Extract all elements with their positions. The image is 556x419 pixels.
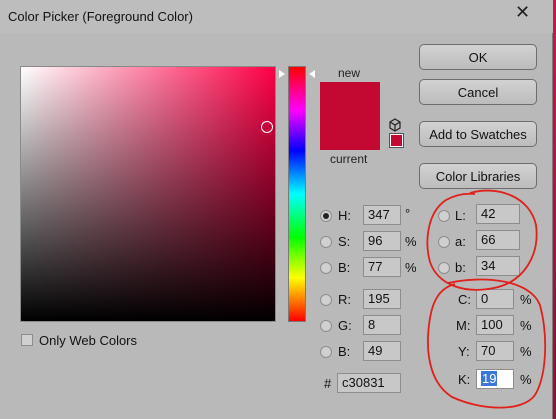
black-input[interactable]: 19 xyxy=(476,369,514,389)
color-field-cursor[interactable] xyxy=(261,121,273,133)
lab-b-radio[interactable] xyxy=(438,262,450,274)
lab-b-input[interactable]: 34 xyxy=(476,256,520,276)
blue-input[interactable]: 49 xyxy=(363,341,401,361)
cancel-button[interactable]: Cancel xyxy=(419,79,537,105)
lab-a-radio[interactable] xyxy=(438,236,450,248)
magenta-input[interactable]: 100 xyxy=(476,315,514,335)
lab-l-label: L: xyxy=(455,208,466,223)
gamut-swatch[interactable] xyxy=(389,133,404,148)
red-radio[interactable] xyxy=(320,294,332,306)
lab-a-input[interactable]: 66 xyxy=(476,230,520,250)
title-bar: Color Picker (Foreground Color) ✕ xyxy=(0,0,553,33)
lab-l-input[interactable]: 42 xyxy=(476,204,520,224)
lab-l-radio[interactable] xyxy=(438,210,450,222)
brightness-radio[interactable] xyxy=(320,262,332,274)
yellow-input[interactable]: 70 xyxy=(476,341,514,361)
hue-label: H: xyxy=(338,208,351,223)
black-input-selection: 19 xyxy=(481,371,498,386)
brightness-input[interactable]: 77 xyxy=(363,257,401,277)
close-icon: ✕ xyxy=(514,2,531,22)
add-to-swatches-button[interactable]: Add to Swatches xyxy=(419,121,537,147)
saturation-brightness-field[interactable] xyxy=(20,66,276,322)
close-button[interactable]: ✕ xyxy=(500,2,545,23)
lab-a-label: a: xyxy=(455,234,466,249)
lab-b-label: b: xyxy=(455,260,466,275)
green-radio[interactable] xyxy=(320,320,332,332)
red-input[interactable]: 195 xyxy=(363,289,401,309)
hue-input[interactable]: 347 xyxy=(363,205,401,225)
color-picker-dialog: Color Picker (Foreground Color) ✕ new cu… xyxy=(0,0,553,419)
blue-radio[interactable] xyxy=(320,346,332,358)
cube-icon[interactable] xyxy=(388,118,402,132)
brightness-unit: % xyxy=(405,260,417,275)
green-input[interactable]: 8 xyxy=(363,315,401,335)
magenta-unit: % xyxy=(520,318,532,333)
yellow-unit: % xyxy=(520,344,532,359)
hue-slider-left-arrow[interactable] xyxy=(279,70,285,78)
window-title: Color Picker (Foreground Color) xyxy=(8,9,193,24)
magenta-label: M: xyxy=(456,318,471,333)
black-label: K: xyxy=(458,372,471,387)
new-color-label: new xyxy=(338,66,361,80)
saturation-input[interactable]: 96 xyxy=(363,231,401,251)
green-label: G: xyxy=(338,318,352,333)
only-web-colors-checkbox[interactable] xyxy=(21,334,33,346)
ok-button[interactable]: OK xyxy=(419,44,537,70)
hex-input[interactable]: c30831 xyxy=(337,373,401,393)
hue-radio[interactable] xyxy=(320,210,332,222)
only-web-colors-label: Only Web Colors xyxy=(39,333,138,348)
black-unit: % xyxy=(520,372,532,387)
yellow-label: Y: xyxy=(458,344,470,359)
cyan-unit: % xyxy=(520,292,532,307)
cyan-label: C: xyxy=(458,292,471,307)
saturation-unit: % xyxy=(405,234,417,249)
saturation-label: S: xyxy=(338,234,351,249)
hue-slider-right-arrow[interactable] xyxy=(309,70,315,78)
cyan-input[interactable]: 0 xyxy=(476,289,514,309)
red-label: R: xyxy=(338,292,351,307)
new-color-swatch xyxy=(320,82,380,150)
hue-slider[interactable] xyxy=(288,66,306,322)
color-libraries-button[interactable]: Color Libraries xyxy=(419,163,537,189)
hex-label: # xyxy=(324,376,332,391)
blue-label: B: xyxy=(338,344,351,359)
current-color-label: current xyxy=(330,152,368,166)
brightness-label: B: xyxy=(338,260,351,275)
hue-unit: ° xyxy=(405,206,411,221)
saturation-radio[interactable] xyxy=(320,236,332,248)
